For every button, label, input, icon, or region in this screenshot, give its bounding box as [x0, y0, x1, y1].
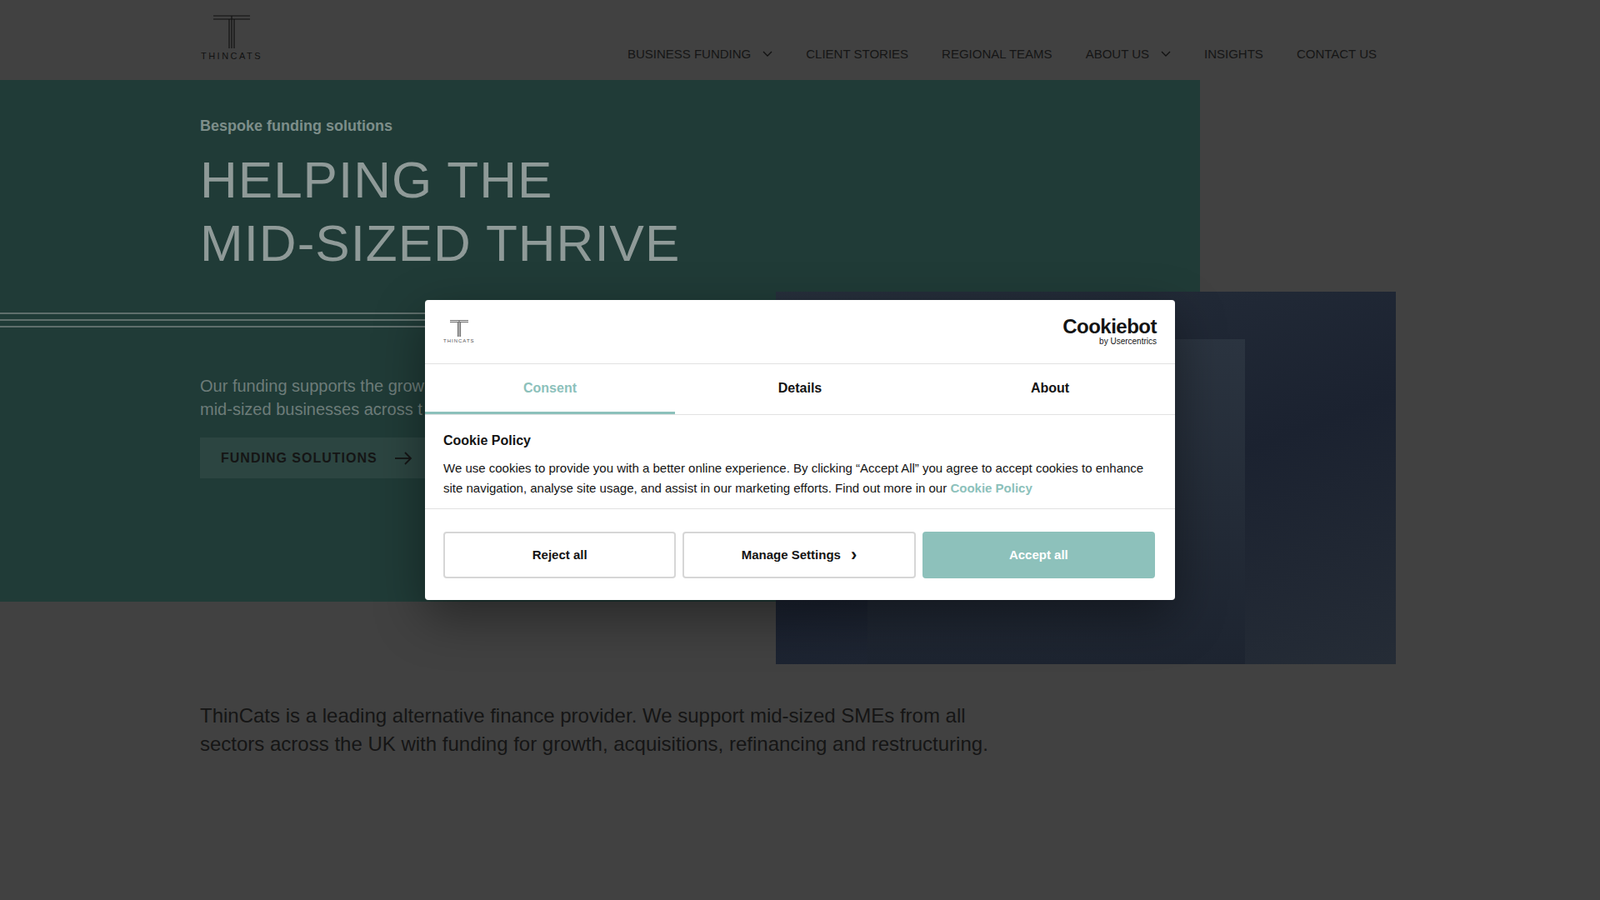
intro-text: ThinCats is a leading alternative financ…: [200, 701, 1017, 759]
dialog-tab[interactable]: Consent: [425, 364, 675, 415]
logo-t-icon: [213, 15, 250, 49]
dialog-button[interactable]: Accept all: [922, 531, 1155, 579]
chevron-down-icon: [762, 50, 773, 58]
logo[interactable]: THINCATS: [200, 15, 264, 61]
cookie-policy-link[interactable]: Cookie Policy: [950, 480, 1032, 495]
nav-item[interactable]: BUSINESS FUNDING: [627, 46, 773, 61]
hero-heading: HELPING THEMID-SIZED THRIVE: [200, 148, 1200, 275]
logo-t-icon: [450, 320, 469, 337]
cookiebot-logo[interactable]: Cookiebotby Usercentrics: [1062, 316, 1157, 347]
site-header: THINCATS BUSINESS FUNDING CLIENT STORIES RE…: [0, 0, 1600, 80]
main-nav: BUSINESS FUNDING CLIENT STORIES REGIONAL T…: [627, 46, 1377, 61]
hero-kicker: Bespoke funding solutions: [200, 116, 1200, 135]
dialog-text: We use cookies to provide you with a bet…: [443, 458, 1155, 499]
chevron-right-icon: ›: [850, 548, 857, 562]
nav-item[interactable]: CLIENT STORIES: [805, 46, 909, 61]
logo-text: THINCATS: [200, 50, 263, 61]
nav-item[interactable]: CONTACT US: [1296, 46, 1377, 61]
dialog-logo: THINCATS: [443, 320, 475, 344]
nav-item[interactable]: ABOUT US: [1085, 46, 1171, 61]
nav-item[interactable]: INSIGHTS: [1204, 46, 1264, 61]
nav-item[interactable]: REGIONAL TEAMS: [941, 46, 1053, 61]
dialog-tab[interactable]: About: [925, 364, 1175, 415]
dialog-title: Cookie Policy: [443, 433, 1155, 449]
arrow-right-icon: [394, 451, 413, 465]
dialog-tab[interactable]: Details: [675, 364, 925, 415]
dialog-button[interactable]: Reject all: [443, 531, 676, 579]
page: THINCATS BUSINESS FUNDING CLIENT STORIES RE…: [0, 0, 1600, 900]
chevron-down-icon: [1160, 50, 1171, 58]
dialog-tabs: ConsentDetailsAbout: [425, 364, 1175, 415]
dialog-button[interactable]: Manage Settings›: [682, 531, 915, 579]
decorative-lines: [0, 312, 442, 328]
cookie-dialog: THINCATS Cookiebotby Usercentrics ConsentD…: [425, 300, 1175, 600]
